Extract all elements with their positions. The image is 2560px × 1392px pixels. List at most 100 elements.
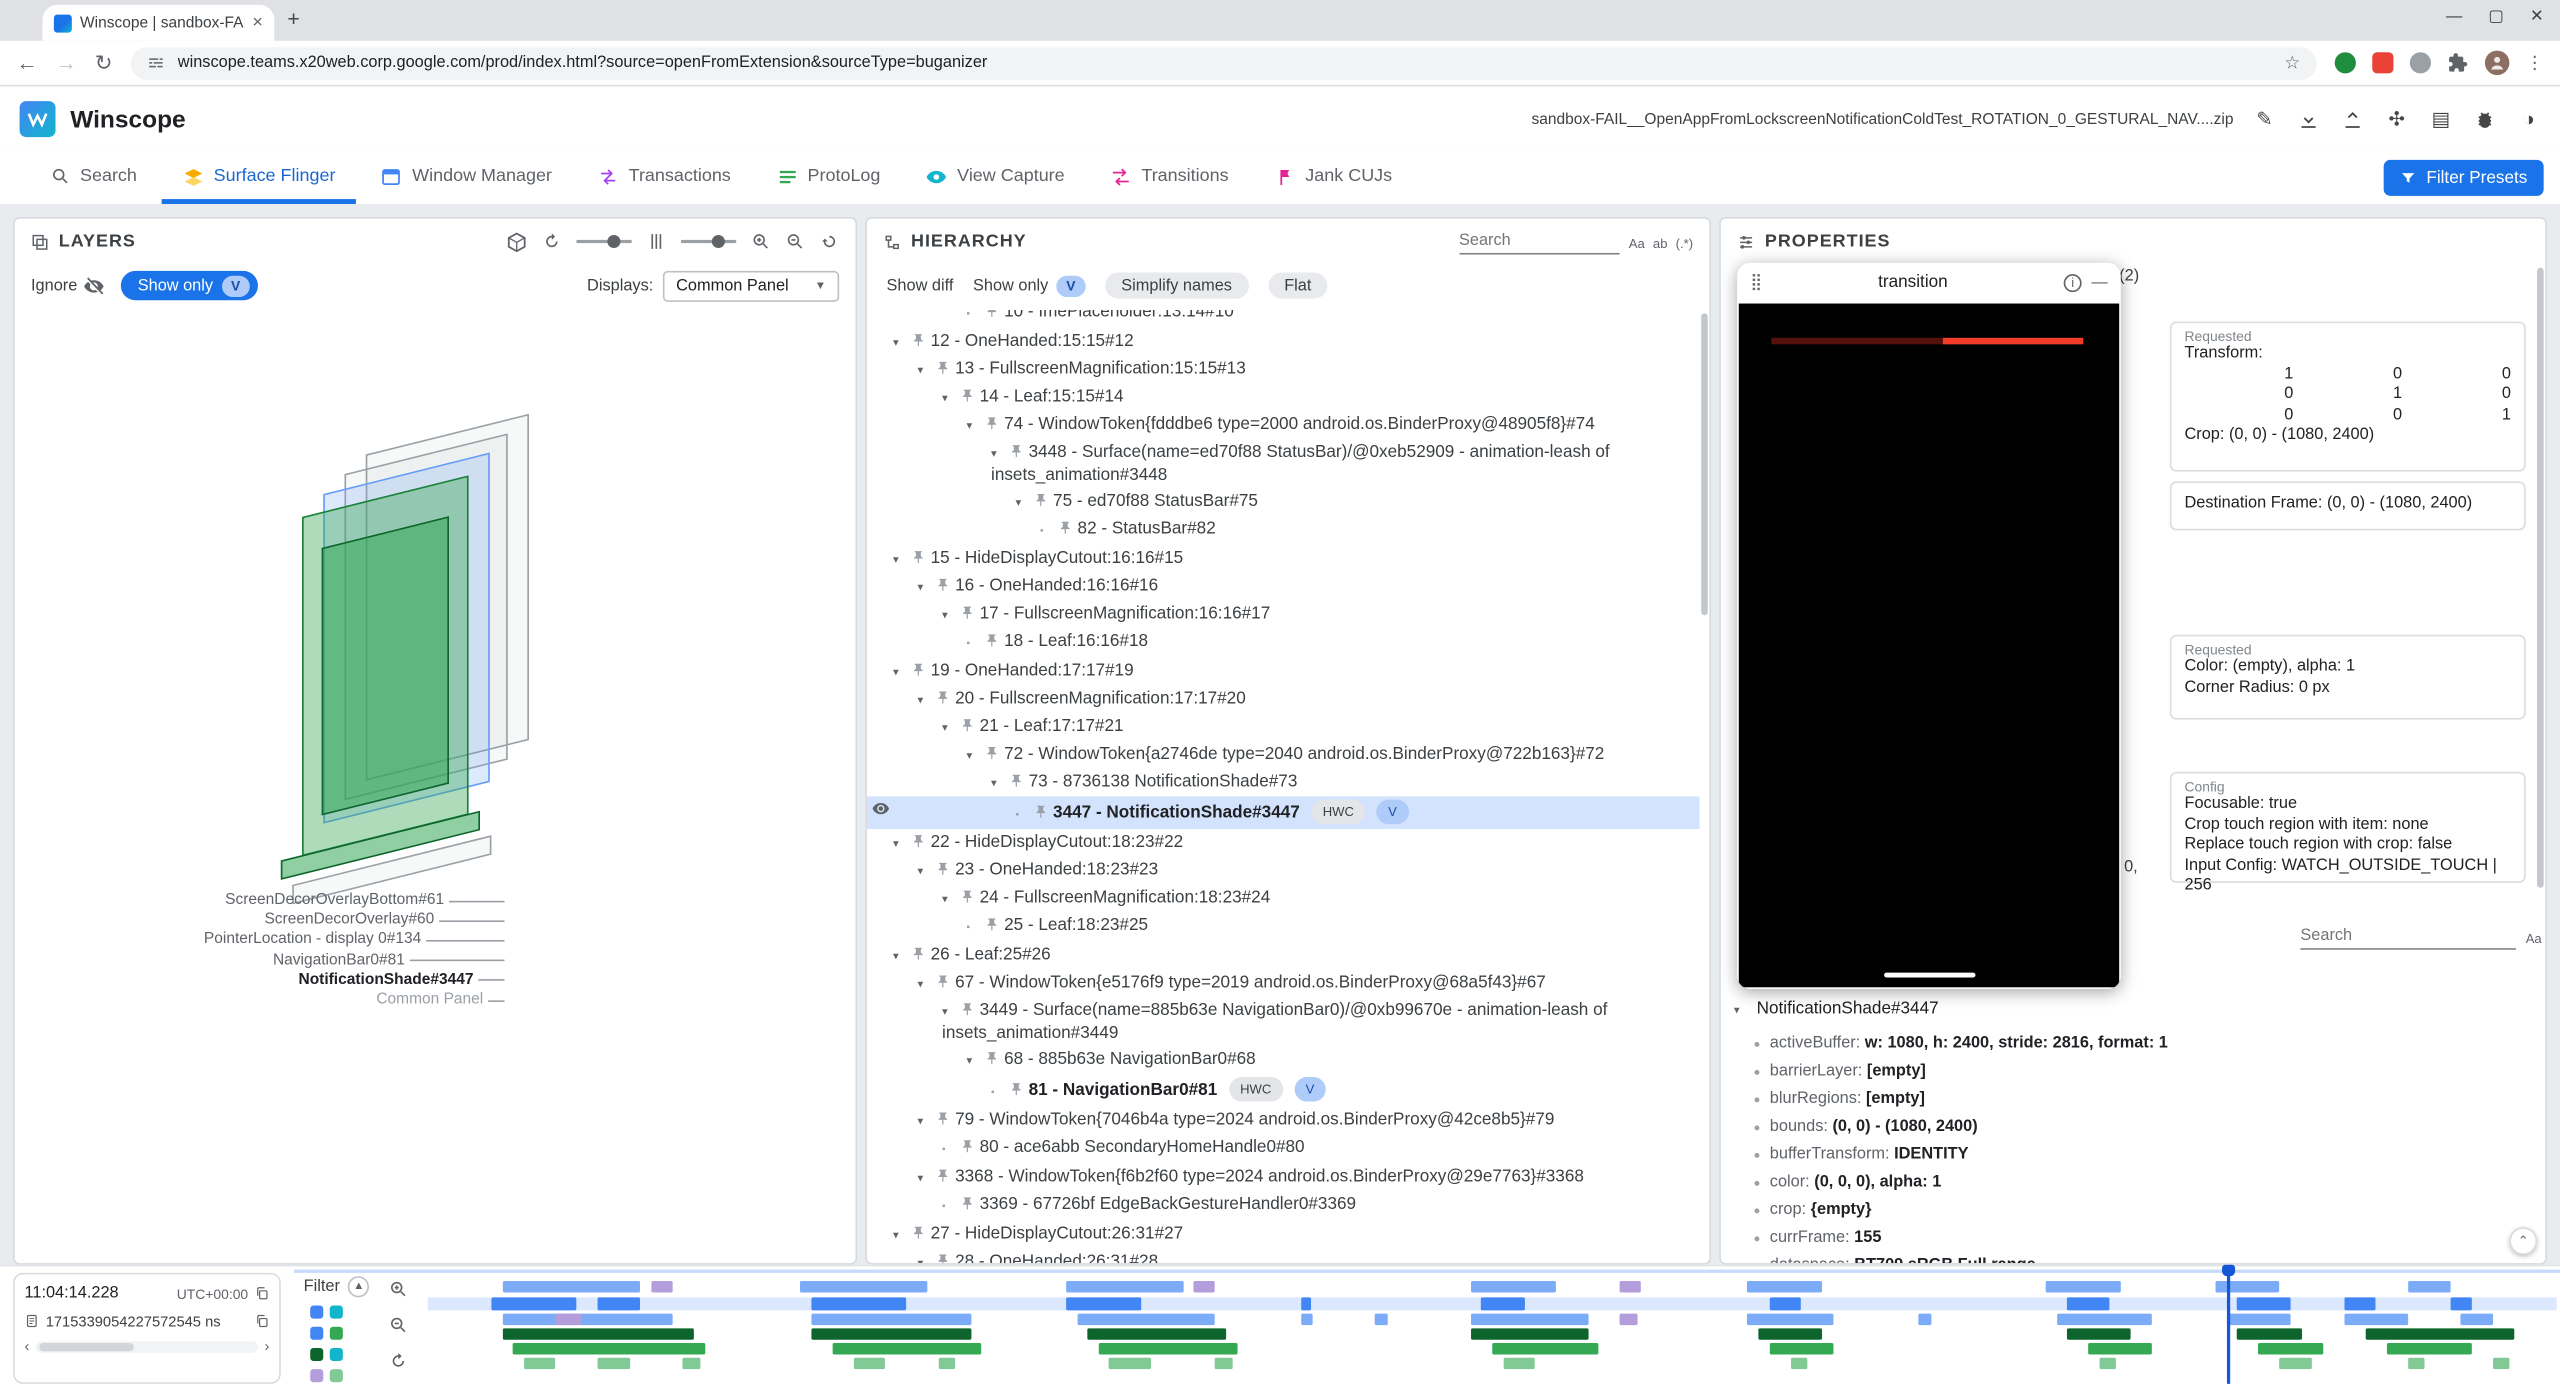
tab-view-capture[interactable]: View Capture: [905, 153, 1086, 204]
layers-3d-view[interactable]: ScreenDecorOverlayBottom#61ScreenDecorOv…: [15, 317, 856, 1263]
flat-toggle[interactable]: Flat: [1268, 273, 1328, 299]
tab-transitions[interactable]: Transitions: [1089, 153, 1250, 204]
show-only-toggle[interactable]: Show only V: [121, 271, 258, 300]
extension-icon-gray[interactable]: [2410, 52, 2431, 73]
maximize-icon[interactable]: ▢: [2488, 8, 2503, 26]
pin-icon[interactable]: [911, 1223, 931, 1244]
trace-segment[interactable]: [492, 1297, 577, 1310]
hierarchy-node[interactable]: ▾79 - WindowToken{7046b4a type=2024 andr…: [867, 1106, 1700, 1134]
trace-segment[interactable]: [651, 1281, 672, 1292]
hierarchy-node[interactable]: ▾20 - FullscreenMagnification:17:17#20: [867, 685, 1700, 713]
expand-chevron-icon[interactable]: ▾: [1734, 1004, 1752, 1017]
hierarchy-node[interactable]: ▾14 - Leaf:15:15#14: [867, 383, 1700, 411]
screenshot-overlay-card[interactable]: ⣿ transition i —: [1737, 263, 2121, 989]
hierarchy-node[interactable]: ▾3448 - Surface(name=ed70f88 StatusBar)/…: [867, 439, 1700, 488]
upload-icon[interactable]: [2341, 109, 2364, 130]
extension-icon-green[interactable]: [2335, 52, 2356, 73]
3d-view-icon[interactable]: [506, 231, 527, 252]
properties-search-input[interactable]: [2300, 924, 2516, 950]
layer-label[interactable]: NotificationShade#3447: [15, 971, 505, 991]
tab-window-manager[interactable]: Window Manager: [360, 153, 573, 204]
drag-handle-icon[interactable]: ⣿: [1750, 273, 1762, 291]
property-row[interactable]: ●currFrame: 155: [1721, 1224, 2545, 1252]
trace-segment[interactable]: [939, 1358, 956, 1369]
trace-segment[interactable]: [832, 1343, 981, 1354]
trace-segment[interactable]: [2280, 1358, 2312, 1369]
trace-segment[interactable]: [502, 1328, 694, 1339]
hierarchy-node[interactable]: ▪80 - ace6abb SecondaryHomeHandle0#80: [867, 1134, 1700, 1163]
pin-icon[interactable]: [960, 716, 980, 737]
zoom-in-icon[interactable]: [389, 1279, 409, 1299]
trace-segment[interactable]: [555, 1314, 581, 1325]
trace-segment[interactable]: [1769, 1297, 1801, 1310]
expand-chevron-icon[interactable]: ▾: [967, 415, 985, 436]
collapse-timeline-button[interactable]: ⌃: [2509, 1227, 2537, 1255]
pin-icon[interactable]: [960, 1137, 980, 1158]
expand-chevron-icon[interactable]: ▾: [942, 605, 960, 626]
minimize-icon[interactable]: —: [2446, 8, 2462, 26]
pin-icon[interactable]: [1009, 771, 1029, 792]
visibility-eye-icon[interactable]: [872, 800, 890, 818]
pin-icon[interactable]: [911, 944, 931, 965]
trace-segment[interactable]: [2408, 1281, 2451, 1292]
extensions-puzzle-icon[interactable]: [2447, 52, 2468, 73]
pin-icon[interactable]: [1009, 441, 1029, 462]
rotate-icon[interactable]: [542, 232, 562, 252]
filter-presets-button[interactable]: Filter Presets: [2384, 160, 2544, 196]
trace-segment[interactable]: [1790, 1358, 1807, 1369]
trace-segment[interactable]: [1471, 1281, 1556, 1292]
timeline-filter[interactable]: Filter ▲: [304, 1276, 370, 1297]
trace-segment[interactable]: [1748, 1314, 1833, 1325]
browser-tab[interactable]: Winscope | sandbox-FAI ×: [42, 5, 274, 41]
zoom-in-icon[interactable]: [751, 232, 771, 252]
pin-icon[interactable]: [936, 972, 956, 993]
hierarchy-node[interactable]: ▾17 - FullscreenMagnification:16:16#17: [867, 601, 1700, 629]
profile-avatar[interactable]: [2485, 51, 2509, 75]
property-row[interactable]: ●bufferTransform: IDENTITY: [1721, 1141, 2545, 1169]
pin-icon[interactable]: [936, 859, 956, 880]
pin-icon[interactable]: [984, 310, 1004, 322]
hierarchy-node[interactable]: ▾75 - ed70f88 StatusBar#75: [867, 488, 1700, 516]
hierarchy-node[interactable]: ▾19 - OneHanded:17:17#19: [867, 658, 1700, 686]
pin-icon[interactable]: [984, 915, 1004, 936]
pin-icon[interactable]: [984, 1048, 1004, 1069]
trace-segment[interactable]: [811, 1328, 971, 1339]
show-diff-toggle[interactable]: Show diff: [887, 277, 954, 295]
hierarchy-node[interactable]: ▾67 - WindowToken{e5176f9 type=2019 andr…: [867, 969, 1700, 997]
hierarchy-search-input[interactable]: [1459, 228, 1619, 254]
show-only-toggle[interactable]: Show only V: [973, 275, 1085, 296]
properties-scrollbar[interactable]: [2537, 268, 2544, 1263]
hierarchy-scrollbar[interactable]: [1701, 310, 1708, 1263]
tab-transactions[interactable]: Transactions: [576, 153, 752, 204]
property-row[interactable]: ●crop: {empty}: [1721, 1196, 2545, 1224]
bug-report-icon[interactable]: [2473, 109, 2496, 130]
timeline-scrollbar[interactable]: ‹ ›: [24, 1335, 269, 1358]
trace-segment[interactable]: [2067, 1297, 2110, 1310]
hierarchy-node[interactable]: ▾73 - 8736138 NotificationShade#73: [867, 769, 1700, 797]
pin-icon[interactable]: [1033, 490, 1053, 511]
property-row[interactable]: ●dataspace: BT709 sRGB Full range: [1721, 1252, 2545, 1263]
pin-icon[interactable]: [1058, 518, 1078, 539]
address-bar[interactable]: winscope.teams.x20web.corp.google.com/pr…: [130, 47, 2316, 80]
pin-icon[interactable]: [960, 1194, 980, 1215]
hierarchy-node[interactable]: ▾3449 - Surface(name=885b63e NavigationB…: [867, 997, 1700, 1046]
hierarchy-node[interactable]: ▾23 - OneHanded:18:23#23: [867, 857, 1700, 885]
property-row[interactable]: ●blurRegions: [empty]: [1721, 1085, 2545, 1113]
trace-segment[interactable]: [2344, 1314, 2408, 1325]
scroll-right-icon[interactable]: ›: [264, 1338, 269, 1354]
expand-chevron-icon[interactable]: ▾: [918, 1168, 936, 1189]
trace-segment[interactable]: [1215, 1358, 1232, 1369]
download-icon[interactable]: [2297, 109, 2320, 130]
expand-chevron-icon[interactable]: ▾: [1016, 492, 1034, 513]
copy-icon[interactable]: [255, 1314, 270, 1329]
trace-segment[interactable]: [1375, 1314, 1388, 1325]
forward-icon[interactable]: →: [56, 52, 77, 73]
minimize-card-icon[interactable]: —: [2091, 273, 2107, 291]
layer-label[interactable]: ScreenDecorOverlay#60: [15, 911, 505, 931]
trace-segment[interactable]: [1503, 1358, 1535, 1369]
trace-segment[interactable]: [1492, 1343, 1598, 1354]
properties-root-node[interactable]: ▾ NotificationShade#3447: [1734, 999, 1939, 1019]
reload-icon[interactable]: ↻: [95, 52, 113, 73]
expand-chevron-icon[interactable]: ▾: [991, 443, 1009, 464]
zoom-out-icon[interactable]: [389, 1315, 409, 1335]
